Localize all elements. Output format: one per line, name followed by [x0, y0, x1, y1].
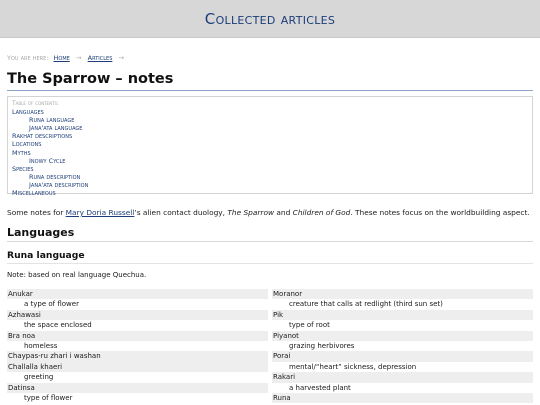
- glossary-definition: greeting: [24, 373, 54, 382]
- glossary-definition: type of root: [289, 321, 330, 330]
- glossary-definition: grazing herbivores: [289, 341, 355, 350]
- table-of-contents: Table of contents: Languages Runa languag…: [7, 96, 533, 197]
- toc-link[interactable]: Miscellaneous: [12, 189, 528, 197]
- book-title: Children of God: [292, 208, 351, 217]
- glossary-term: Anukar: [7, 289, 268, 300]
- glossary-definition: the space enclosed: [24, 321, 92, 330]
- site-header: Collected articles: [0, 0, 540, 38]
- breadcrumb-arrow-icon: →: [75, 54, 82, 62]
- toc-link[interactable]: Rakhat descriptions: [12, 132, 528, 140]
- toc-link[interactable]: Jana'ata description: [12, 181, 528, 189]
- breadcrumb: You are here: Home → Articles →: [7, 52, 130, 64]
- glossary-column-right: Moranor creature that calls at redlight (…: [272, 289, 533, 404]
- intro-paragraph: Some notes for Mary Doria Russell’s alie…: [7, 208, 537, 217]
- toc-link[interactable]: Myths: [12, 149, 528, 157]
- breadcrumb-home-link[interactable]: Home: [54, 54, 70, 62]
- page-title: The Sparrow – notes: [7, 71, 533, 91]
- glossary-term: Bra noa: [7, 330, 268, 341]
- breadcrumb-prefix: You are here:: [7, 54, 49, 62]
- breadcrumb-arrow-icon: →: [118, 54, 125, 62]
- glossary-term: Porai: [272, 351, 533, 362]
- glossary-term: Moranor: [272, 289, 533, 300]
- glossary-definition: homeless: [24, 341, 58, 350]
- glossary-definition: a harvested plant: [289, 383, 351, 392]
- intro-text: and: [274, 208, 293, 217]
- glossary-term: Azhawasi: [7, 309, 268, 321]
- glossary-term: Piyanot: [272, 330, 533, 341]
- breadcrumb-articles-link[interactable]: Articles: [88, 54, 113, 62]
- glossary-definition: mental/“heart” sickness, depression: [289, 362, 417, 371]
- intro-text: Some notes for: [7, 208, 66, 217]
- toc-link[interactable]: Languages: [12, 108, 528, 116]
- intro-text: ’s alien contact duology,: [134, 208, 228, 217]
- glossary-term: Runa: [272, 392, 533, 404]
- subsection-heading-runa-language: Runa language: [7, 250, 533, 264]
- glossary-column-left: Anukar a type of flower Azhawasi the space …: [7, 289, 268, 403]
- glossary: Anukar a type of flower Azhawasi the space …: [7, 289, 533, 404]
- glossary-definition: type of flower: [24, 393, 73, 402]
- toc-link[interactable]: Inowy Cycle: [12, 157, 528, 165]
- toc-list: Languages Runa language Jana'ata language R…: [12, 108, 528, 197]
- toc-link[interactable]: Runa description: [12, 173, 528, 181]
- author-link[interactable]: Mary Doria Russell: [66, 208, 135, 217]
- glossary-term: Challalla khaeri: [7, 361, 268, 373]
- glossary-definition: a type of flower: [24, 300, 79, 309]
- glossary-definition: creature that calls at redlight (third s…: [289, 300, 443, 309]
- glossary-term: Rakari: [272, 372, 533, 383]
- toc-link[interactable]: Jana'ata language: [12, 124, 528, 132]
- intro-text: . These notes focus on the worldbuilding…: [350, 208, 530, 217]
- language-note: Note: based on real language Quechua.: [7, 271, 147, 279]
- section-heading-languages: Languages: [7, 226, 533, 242]
- glossary-term: Datinsa: [7, 382, 268, 393]
- toc-link[interactable]: Runa language: [12, 116, 528, 124]
- toc-title: Table of contents:: [12, 100, 60, 107]
- toc-link[interactable]: Species: [12, 165, 528, 173]
- glossary-term: Pik: [272, 309, 533, 321]
- toc-link[interactable]: Locations: [12, 140, 528, 148]
- book-title: The Sparrow: [227, 208, 275, 217]
- site-title[interactable]: Collected articles: [205, 10, 335, 28]
- glossary-term: Chaypas-ru zhari i washan: [7, 351, 268, 362]
